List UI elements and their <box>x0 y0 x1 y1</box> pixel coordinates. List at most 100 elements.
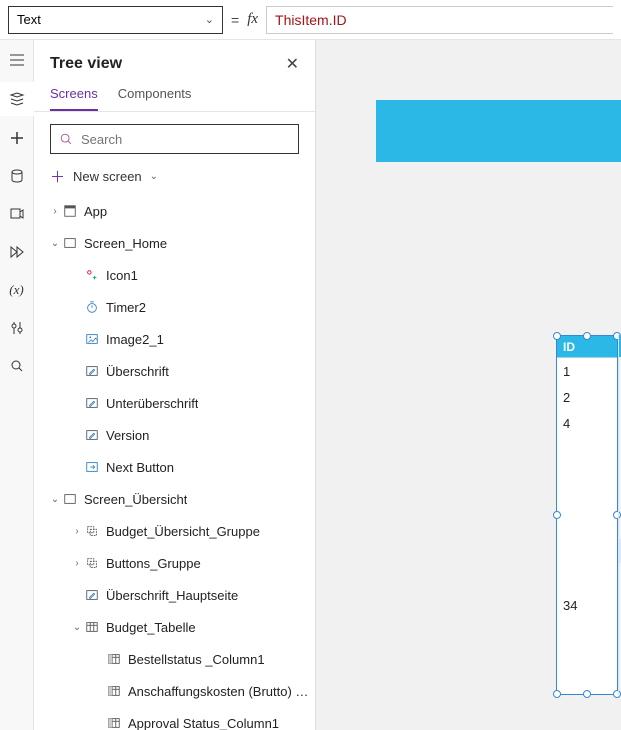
canvas[interactable]: ID 12434 A KPLTTACLAH <box>316 40 621 730</box>
expand-toggle[interactable]: ⌄ <box>48 238 62 249</box>
table-cell[interactable] <box>557 488 617 514</box>
tree-node-label: Anschaffungskosten (Brutto) _Colu <box>128 684 315 699</box>
screen-icon <box>62 235 78 251</box>
icon1-icon <box>84 267 100 283</box>
tree-node[interactable]: Unterüberschrift <box>34 387 315 419</box>
tree-node[interactable]: Version <box>34 419 315 451</box>
table-cell[interactable]: 1 <box>557 358 617 384</box>
tree-node[interactable]: ⌄ Screen_Übersicht <box>34 483 315 515</box>
next-icon <box>84 459 100 475</box>
tree-node-label: Approval Status_Column1 <box>128 716 279 730</box>
group-icon <box>84 523 100 539</box>
tree-node[interactable]: Approval Status_Column1 <box>34 707 315 730</box>
hamburger-icon[interactable] <box>7 50 27 70</box>
tree-node[interactable]: Icon1 <box>34 259 315 291</box>
tree-node[interactable]: ⌄ Screen_Home <box>34 227 315 259</box>
app-icon <box>62 203 78 219</box>
tab-components[interactable]: Components <box>118 80 192 111</box>
screen-icon <box>62 491 78 507</box>
column-icon <box>106 651 122 667</box>
expand-toggle[interactable]: ⌄ <box>48 494 62 505</box>
label-icon <box>84 363 100 379</box>
column-icon <box>106 715 122 730</box>
variables-icon[interactable]: (x) <box>7 280 27 300</box>
table-cell[interactable] <box>557 436 617 462</box>
tree-node-label: App <box>84 204 107 219</box>
tree-node-label: Budget_Übersicht_Gruppe <box>106 524 260 539</box>
table-cell[interactable] <box>557 540 617 566</box>
close-icon[interactable]: ✕ <box>286 54 299 74</box>
table-cell[interactable] <box>557 618 617 644</box>
search-input[interactable] <box>81 132 290 147</box>
equals-sign: = <box>231 12 239 28</box>
expand-toggle[interactable]: › <box>70 526 84 537</box>
table-cell[interactable] <box>557 514 617 540</box>
chevron-down-icon: ⌄ <box>150 171 158 182</box>
tree-view-icon[interactable] <box>0 82 34 116</box>
plus-icon: ＋ <box>50 166 65 187</box>
label-icon <box>84 427 100 443</box>
label-icon <box>84 587 100 603</box>
tree-list[interactable]: › App ⌄ Screen_Home Icon1 Timer2 Image2_1 Übers… <box>34 195 315 730</box>
chevron-down-icon: ⌄ <box>205 13 214 26</box>
power-automate-icon[interactable] <box>7 242 27 262</box>
tree-node-label: Screen_Home <box>84 236 167 251</box>
tree-node[interactable]: Timer2 <box>34 291 315 323</box>
tree-node[interactable]: › Buttons_Gruppe <box>34 547 315 579</box>
formula-token-var: ThisItem <box>275 12 329 28</box>
tree-node[interactable]: Anschaffungskosten (Brutto) _Colu <box>34 675 315 707</box>
tree-node[interactable]: ⌄Budget_Tabelle <box>34 611 315 643</box>
insert-icon[interactable] <box>7 128 27 148</box>
search-box[interactable] <box>50 124 299 154</box>
image-icon <box>84 331 100 347</box>
tree-node-label: Überschrift <box>106 364 169 379</box>
data-icon[interactable] <box>7 166 27 186</box>
tree-node-label: Bestellstatus _Column1 <box>128 652 265 667</box>
tree-node[interactable]: › Budget_Übersicht_Gruppe <box>34 515 315 547</box>
tree-node-label: Unterüberschrift <box>106 396 198 411</box>
tree-title: Tree view <box>50 55 122 73</box>
new-screen-label: New screen <box>73 169 142 184</box>
group-icon <box>84 555 100 571</box>
tree-node-label: Next Button <box>106 460 174 475</box>
timer-icon <box>84 299 100 315</box>
tree-node-label: Überschrift_Hauptseite <box>106 588 238 603</box>
screen-header-rect <box>376 100 621 162</box>
tree-node[interactable]: Überschrift_Hauptseite <box>34 579 315 611</box>
label-icon <box>84 395 100 411</box>
tree-panel: Tree view ✕ Screens Components ＋ New scr… <box>34 40 316 730</box>
selected-column[interactable]: ID 12434 <box>556 335 618 695</box>
property-selector[interactable]: Text ⌄ <box>8 6 223 34</box>
tree-node[interactable]: Bestellstatus _Column1 <box>34 643 315 675</box>
expand-toggle[interactable]: › <box>48 206 62 217</box>
formula-token-prop: ID <box>333 12 347 28</box>
advanced-tools-icon[interactable] <box>7 318 27 338</box>
tree-node-label: Screen_Übersicht <box>84 492 187 507</box>
tab-screens[interactable]: Screens <box>50 80 98 111</box>
search-icon <box>59 132 73 146</box>
tree-node[interactable]: Überschrift <box>34 355 315 387</box>
table-cell[interactable]: 4 <box>557 410 617 436</box>
tree-node[interactable]: Next Button <box>34 451 315 483</box>
media-icon[interactable] <box>7 204 27 224</box>
column-icon <box>106 683 122 699</box>
formula-input[interactable]: ThisItem.ID <box>266 6 613 34</box>
property-selector-value: Text <box>17 12 41 27</box>
left-rail: (x) <box>0 40 34 730</box>
table-cell[interactable]: 34 <box>557 592 617 618</box>
table-cell[interactable]: 2 <box>557 384 617 410</box>
tree-node[interactable]: › App <box>34 195 315 227</box>
tree-node[interactable]: Image2_1 <box>34 323 315 355</box>
table-icon <box>84 619 100 635</box>
tree-node-label: Timer2 <box>106 300 146 315</box>
fx-icon: fx <box>247 11 258 28</box>
new-screen-button[interactable]: ＋ New screen ⌄ <box>34 162 315 195</box>
tree-node-label: Image2_1 <box>106 332 164 347</box>
tree-node-label: Version <box>106 428 149 443</box>
tree-node-label: Buttons_Gruppe <box>106 556 201 571</box>
table-cell[interactable] <box>557 566 617 592</box>
expand-toggle[interactable]: › <box>70 558 84 569</box>
table-cell[interactable] <box>557 462 617 488</box>
search-rail-icon[interactable] <box>7 356 27 376</box>
expand-toggle[interactable]: ⌄ <box>70 622 84 633</box>
